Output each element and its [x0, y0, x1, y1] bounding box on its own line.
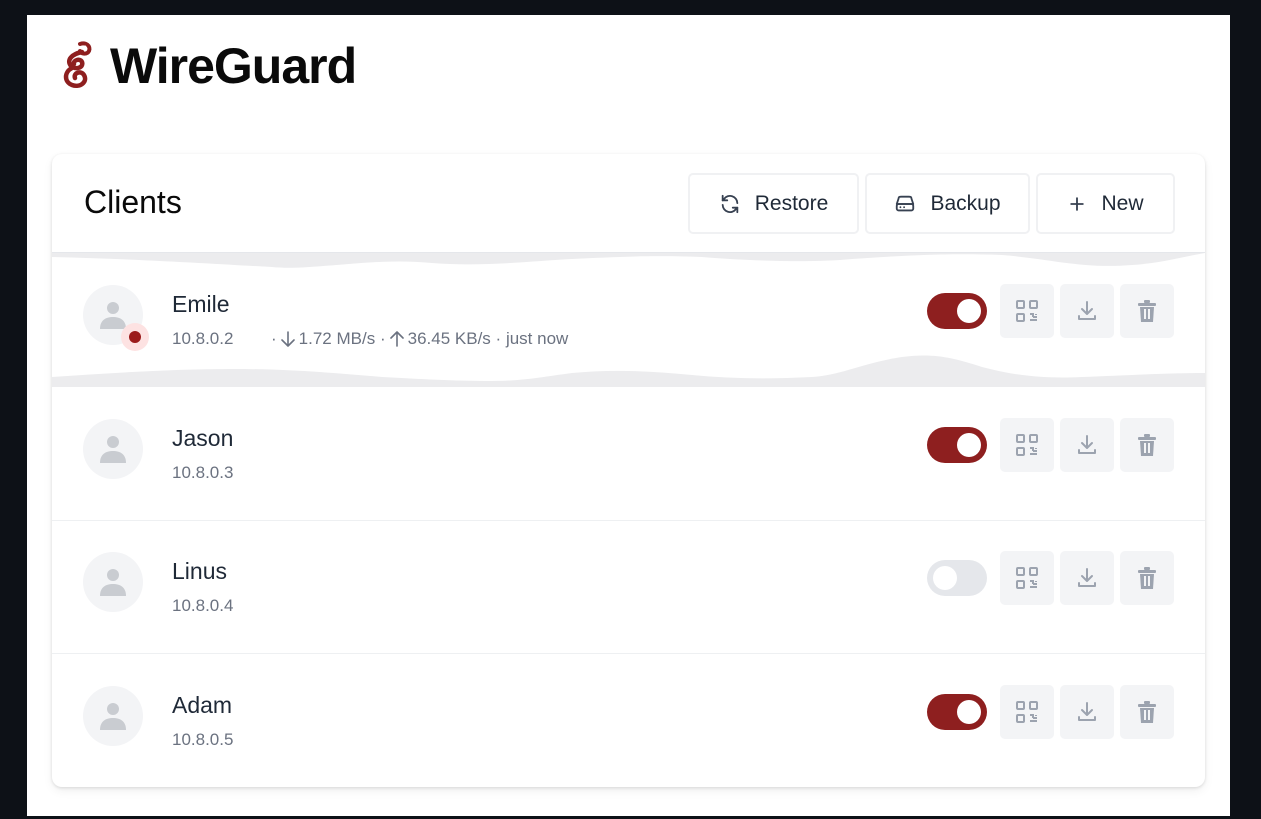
client-ip: 10.8.0.3: [172, 463, 234, 482]
enable-toggle[interactable]: [927, 694, 987, 730]
download-rate: 1.72 MB/s: [298, 329, 376, 348]
avatar: [83, 686, 143, 746]
client-row-emile: Emile 10.8.0.2 · 1.72 MB/s · 36.45 KB/s …: [52, 253, 1205, 387]
download-icon: [1078, 435, 1096, 454]
qr-code-icon: [1016, 434, 1038, 456]
qr-code-icon: [1016, 567, 1038, 589]
plus-icon: [1070, 196, 1085, 211]
trash-icon: [1138, 701, 1156, 723]
connected-status-indicator: [121, 323, 149, 351]
arrow-down-icon: [280, 331, 295, 347]
clients-card: Clients Restore Backup New Emile 10.8.0.…: [52, 154, 1205, 787]
enable-toggle[interactable]: [927, 427, 987, 463]
download-config-button[interactable]: [1060, 284, 1114, 338]
restore-label: Restore: [754, 191, 829, 215]
enable-toggle[interactable]: [927, 293, 987, 329]
delete-client-button[interactable]: [1120, 418, 1174, 472]
refresh-icon: [721, 194, 738, 213]
download-icon: [1078, 568, 1096, 587]
client-row-adam: Adam 10.8.0.5: [52, 654, 1205, 787]
download-config-button[interactable]: [1060, 685, 1114, 739]
qr-code-icon: [1016, 300, 1038, 322]
client-row-linus: Linus 10.8.0.4: [52, 520, 1205, 654]
card-header: Clients Restore Backup New: [52, 154, 1205, 253]
arrow-up-icon: [389, 331, 404, 347]
user-icon: [100, 569, 126, 596]
download-config-button[interactable]: [1060, 551, 1114, 605]
show-qr-button[interactable]: [1000, 685, 1054, 739]
show-qr-button[interactable]: [1000, 418, 1054, 472]
avatar: [83, 552, 143, 612]
download-config-button[interactable]: [1060, 418, 1114, 472]
delete-client-button[interactable]: [1120, 685, 1174, 739]
user-icon: [100, 302, 126, 329]
upload-rate: 36.45 KB/s: [407, 329, 491, 348]
download-icon: [1078, 702, 1096, 721]
wireguard-logo-icon: [63, 41, 92, 88]
new-client-button[interactable]: New: [1036, 173, 1175, 234]
client-ip: 10.8.0.2: [172, 329, 234, 348]
client-row-jason: Jason 10.8.0.3: [52, 387, 1205, 521]
show-qr-button[interactable]: [1000, 551, 1054, 605]
trash-icon: [1138, 434, 1156, 456]
new-label: New: [1101, 191, 1144, 215]
server-icon: [896, 195, 915, 211]
qr-code-icon: [1016, 701, 1038, 723]
client-name: Jason: [172, 425, 234, 451]
backup-label: Backup: [930, 191, 1001, 215]
show-qr-button[interactable]: [1000, 284, 1054, 338]
delete-client-button[interactable]: [1120, 284, 1174, 338]
backup-button[interactable]: Backup: [865, 173, 1030, 234]
delete-client-button[interactable]: [1120, 551, 1174, 605]
download-icon: [1078, 301, 1096, 320]
brand: WireGuard: [60, 37, 357, 95]
app-title: WireGuard: [110, 38, 357, 94]
trash-icon: [1138, 300, 1156, 322]
client-name: Emile: [172, 291, 230, 317]
last-seen: just now: [505, 329, 569, 348]
page: WireGuard Clients Restore Backup New Emi…: [27, 15, 1230, 816]
restore-button[interactable]: Restore: [688, 173, 859, 234]
user-icon: [100, 703, 126, 730]
avatar: [83, 419, 143, 479]
card-title: Clients: [84, 184, 182, 220]
user-icon: [100, 436, 126, 463]
enable-toggle[interactable]: [927, 560, 987, 596]
stats-separator: ·: [379, 329, 386, 348]
client-ip: 10.8.0.4: [172, 596, 234, 615]
client-name: Adam: [172, 692, 233, 718]
client-ip: 10.8.0.5: [172, 730, 234, 749]
client-name: Linus: [172, 558, 227, 584]
trash-icon: [1138, 567, 1156, 589]
stats-separator: ·: [271, 329, 277, 348]
client-transfer-stats: · 1.72 MB/s · 36.45 KB/s · just now: [271, 329, 568, 349]
